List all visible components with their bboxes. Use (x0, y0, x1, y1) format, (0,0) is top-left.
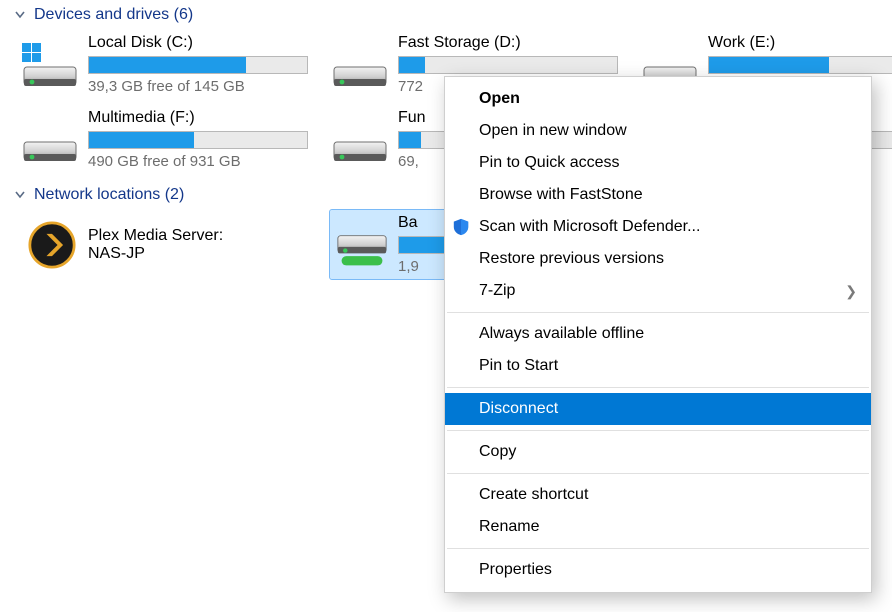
menu-item-label: Open (479, 90, 520, 108)
menu-separator (447, 387, 869, 388)
hdd-icon (332, 41, 388, 89)
drive-title: Fast Storage (D:) (398, 34, 629, 52)
menu-item-always-offline[interactable]: Always available offline (445, 318, 871, 350)
submenu-arrow-icon: ❯ (845, 283, 857, 300)
menu-item-copy[interactable]: Copy (445, 436, 871, 468)
menu-separator (447, 473, 869, 474)
network-drive-icon (336, 219, 388, 271)
menu-item-label: 7-Zip (479, 282, 515, 300)
drive-title: Local Disk (C:) (88, 34, 319, 52)
drive-usage-bar (88, 56, 308, 74)
drive-item-c[interactable]: Local Disk (C:) 39,3 GB free of 145 GB (20, 30, 325, 101)
menu-item-label: Disconnect (479, 400, 558, 418)
drive-title: Work (E:) (708, 34, 892, 52)
drive-usage-bar (398, 56, 618, 74)
menu-item-label: Open in new window (479, 122, 627, 140)
menu-item-properties[interactable]: Properties (445, 554, 871, 586)
menu-item-label: Pin to Quick access (479, 154, 620, 172)
network-item-title: Plex Media Server: (88, 227, 223, 245)
menu-item-label: Pin to Start (479, 357, 558, 375)
menu-item-pin-start[interactable]: Pin to Start (445, 350, 871, 382)
shield-icon (451, 217, 471, 237)
drive-usage-bar (708, 56, 892, 74)
chevron-down-icon (14, 9, 26, 21)
network-item-subtitle: NAS-JP (88, 245, 223, 263)
menu-item-7zip[interactable]: 7-Zip ❯ (445, 275, 871, 307)
hdd-icon (22, 41, 78, 89)
drive-title: Multimedia (F:) (88, 109, 319, 127)
menu-separator (447, 312, 869, 313)
menu-item-defender[interactable]: Scan with Microsoft Defender... (445, 211, 871, 243)
menu-item-create-shortcut[interactable]: Create shortcut (445, 479, 871, 511)
menu-item-pin-quick-access[interactable]: Pin to Quick access (445, 147, 871, 179)
section-header-label: Devices and drives (6) (34, 6, 193, 24)
menu-item-label: Always available offline (479, 325, 644, 343)
context-menu: Open Open in new window Pin to Quick acc… (444, 76, 872, 593)
menu-item-disconnect[interactable]: Disconnect (445, 393, 871, 425)
menu-item-label: Browse with FastStone (479, 186, 643, 204)
menu-item-open-new-window[interactable]: Open in new window (445, 115, 871, 147)
menu-item-faststone[interactable]: Browse with FastStone (445, 179, 871, 211)
menu-separator (447, 430, 869, 431)
network-item-plex[interactable]: Plex Media Server: NAS-JP (20, 210, 325, 279)
menu-item-restore-versions[interactable]: Restore previous versions (445, 243, 871, 275)
drive-free-text: 39,3 GB free of 145 GB (88, 78, 319, 95)
menu-item-label: Restore previous versions (479, 250, 664, 268)
menu-separator (447, 548, 869, 549)
menu-item-label: Scan with Microsoft Defender... (479, 218, 700, 236)
drive-usage-bar (88, 131, 308, 149)
plex-icon (26, 219, 78, 271)
hdd-icon (332, 116, 388, 164)
chevron-down-icon (14, 189, 26, 201)
menu-item-label: Create shortcut (479, 486, 588, 504)
menu-item-label: Rename (479, 518, 539, 536)
menu-item-open[interactable]: Open (445, 83, 871, 115)
menu-item-label: Properties (479, 561, 552, 579)
section-header-label: Network locations (2) (34, 186, 184, 204)
drive-free-text: 490 GB free of 931 GB (88, 153, 319, 170)
drive-item-f[interactable]: Multimedia (F:) 490 GB free of 931 GB (20, 105, 325, 176)
section-header-drives[interactable]: Devices and drives (6) (0, 0, 892, 26)
hdd-icon (22, 116, 78, 164)
menu-item-rename[interactable]: Rename (445, 511, 871, 543)
menu-item-label: Copy (479, 443, 516, 461)
